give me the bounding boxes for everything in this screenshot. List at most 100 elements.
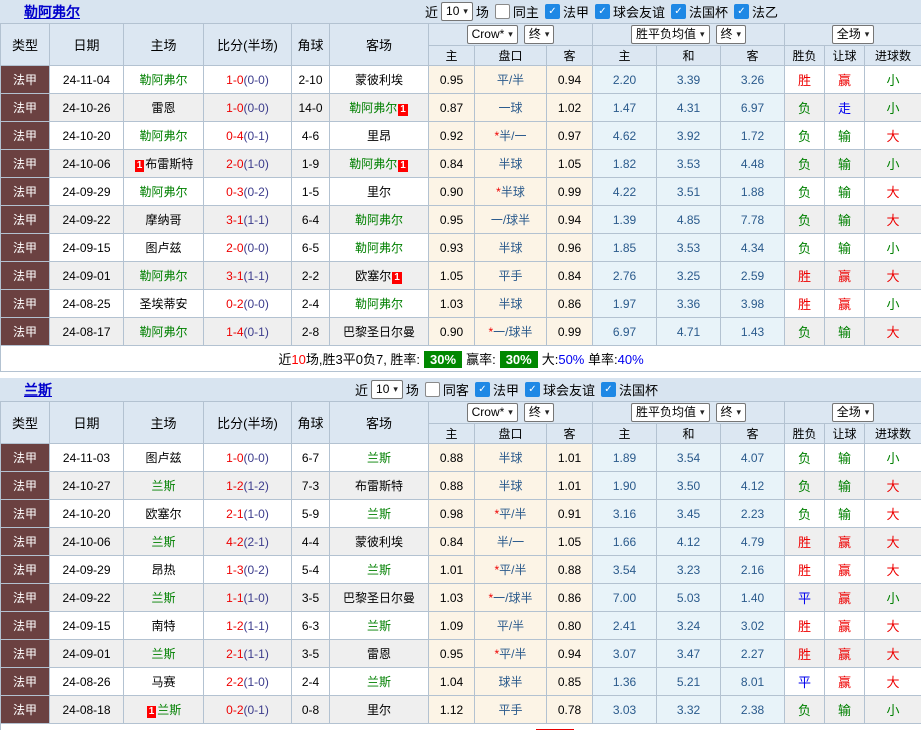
europe-odds-dropdown-value: 胜平负均值 [635, 27, 696, 41]
home-team-cell[interactable]: 1 布雷斯特 [123, 149, 204, 178]
handicap-line: 平/半 [499, 647, 527, 661]
away-team-cell[interactable]: 勒阿弗尔 [329, 233, 429, 262]
odds-final-dropdown-value: 终 [528, 27, 541, 41]
column-header: 主场 [123, 23, 204, 66]
away-team-cell[interactable]: 兰斯 [329, 499, 429, 528]
odds-final-dropdown-value: 终 [528, 405, 541, 419]
corner-cell: 4-4 [291, 527, 330, 556]
away-team-cell[interactable]: 欧塞尔 1 [329, 261, 429, 290]
europe-final-dropdown[interactable]: 终 ▾ [715, 25, 747, 44]
odds-source-dropdown[interactable]: Crow* ▾ [466, 403, 518, 422]
home-team-name: 布雷斯特 [145, 157, 194, 171]
europe-lose-odds-cell: 2.59 [719, 261, 786, 290]
away-team-name: 勒阿弗尔 [354, 297, 403, 311]
away-team-cell[interactable]: 兰斯 [329, 611, 429, 640]
away-team-cell[interactable]: 里昂 [329, 121, 429, 150]
same-venue-checkbox[interactable] [424, 382, 440, 397]
match-result-cell: 负 [784, 121, 826, 150]
chevron-down-icon: ▾ [393, 384, 398, 394]
halftime-score: (1-1) [243, 646, 269, 661]
home-team-cell[interactable]: 勒阿弗尔 [123, 177, 204, 206]
home-team-cell[interactable]: 欧塞尔 [123, 499, 204, 528]
league-checkbox[interactable]: ✓ [524, 382, 540, 397]
league-checkbox[interactable]: ✓ [733, 4, 749, 19]
match-row: 法甲 24-09-15 南特 1-2(1-1) 6-3 兰斯 1.09 平/半 0.80 2.41… [0, 611, 921, 640]
handicap-away-odds-cell: 0.94 [546, 639, 593, 668]
sub-column-header: 和 [656, 423, 721, 444]
team-title-link[interactable]: 兰斯 [24, 380, 52, 400]
home-team-cell[interactable]: 兰斯 [123, 639, 204, 668]
home-team-name: 兰斯 [151, 479, 176, 493]
home-team-cell[interactable]: 摩纳哥 [123, 205, 204, 234]
games-count-dropdown[interactable]: 10 ▾ [371, 380, 403, 399]
chevron-down-icon: ▾ [699, 407, 705, 417]
home-team-cell[interactable]: 勒阿弗尔 [123, 261, 204, 290]
away-team-cell[interactable]: 雷恩 [329, 639, 429, 668]
home-team-cell[interactable]: 图卢兹 [123, 443, 204, 472]
away-team-cell[interactable]: 里尔 [329, 695, 429, 724]
away-team-cell[interactable]: 布雷斯特 [329, 471, 429, 500]
home-team-cell[interactable]: 兰斯 [123, 583, 204, 612]
home-team-cell[interactable]: 勒阿弗尔 [123, 317, 204, 346]
team-title-link[interactable]: 勒阿弗尔 [24, 2, 80, 22]
league-checkbox[interactable]: ✓ [670, 4, 686, 19]
away-team-cell[interactable]: 兰斯 [329, 667, 429, 696]
league-checkbox[interactable]: ✓ [474, 382, 490, 397]
games-count-dropdown[interactable]: 10 ▾ [441, 2, 473, 21]
away-team-cell[interactable]: 勒阿弗尔 1 [329, 93, 429, 122]
home-team-cell[interactable]: 雷恩 [123, 93, 204, 122]
away-team-cell[interactable]: 兰斯 [329, 555, 429, 584]
home-team-cell[interactable]: 图卢兹 [123, 233, 204, 262]
league-checkbox[interactable]: ✓ [544, 4, 560, 19]
handicap-line-cell: *一/球半 [474, 583, 547, 612]
away-team-cell[interactable]: 勒阿弗尔 [329, 205, 429, 234]
home-team-cell[interactable]: 兰斯 [123, 527, 204, 556]
league-checkbox[interactable]: ✓ [594, 4, 610, 19]
home-team-cell[interactable]: 马赛 [123, 667, 204, 696]
away-team-name: 勒阿弗尔 [354, 241, 403, 255]
europe-odds-dropdown[interactable]: 胜平负均值 ▾ [630, 403, 710, 422]
europe-final-dropdown[interactable]: 终 ▾ [715, 403, 747, 422]
home-team-cell[interactable]: 勒阿弗尔 [123, 121, 204, 150]
home-team-cell[interactable]: 南特 [123, 611, 204, 640]
away-team-cell[interactable]: 蒙彼利埃 [329, 65, 429, 94]
match-result-cell: 负 [784, 233, 826, 262]
league-checkbox[interactable]: ✓ [600, 382, 616, 397]
away-team-cell[interactable]: 兰斯 [329, 443, 429, 472]
handicap-line: 半球 [498, 297, 523, 311]
matches-table: 类型 日期 主场 比分(半场) 角球 客场 Crow* ▾ 终 ▾ 胜平负均值 ▾ 终 ▾ 全场 ▾ 主盘口客主… [0, 401, 921, 730]
odds-final-dropdown[interactable]: 终 ▾ [523, 403, 555, 422]
away-team-cell[interactable]: 里尔 [329, 177, 429, 206]
summary-segment: 近 [278, 352, 292, 367]
home-team-cell[interactable]: 兰斯 [123, 471, 204, 500]
europe-odds-dropdown[interactable]: 胜平负均值 ▾ [630, 25, 710, 44]
europe-lose-odds-cell: 1.88 [719, 177, 786, 206]
league-type-cell: 法甲 [0, 443, 50, 472]
home-team-cell[interactable]: 圣埃蒂安 [123, 289, 204, 318]
scope-dropdown[interactable]: 全场 ▾ [831, 403, 875, 422]
away-team-cell[interactable]: 勒阿弗尔 [329, 289, 429, 318]
date-cell: 24-08-25 [49, 289, 124, 318]
handicap-home-odds-cell: 0.90 [428, 317, 475, 346]
halftime-score: (0-2) [243, 184, 269, 199]
same-venue-checkbox[interactable] [494, 4, 510, 19]
odds-final-dropdown[interactable]: 终 ▾ [523, 25, 555, 44]
column-header: 客场 [329, 401, 429, 444]
away-team-cell[interactable]: 巴黎圣日尔曼 [329, 583, 429, 612]
handicap-line: 平/半 [499, 563, 527, 577]
away-team-cell[interactable]: 巴黎圣日尔曼 [329, 317, 429, 346]
scope-dropdown[interactable]: 全场 ▾ [831, 25, 875, 44]
handicap-home-odds-cell: 0.84 [428, 527, 475, 556]
home-team-cell[interactable]: 1 兰斯 [123, 695, 204, 724]
summary-segment: 10 [291, 352, 306, 367]
europe-win-odds-cell: 4.62 [592, 121, 657, 150]
odds-source-dropdown[interactable]: Crow* ▾ [466, 25, 518, 44]
home-team-name: 圣埃蒂安 [139, 297, 188, 311]
handicap-home-odds-cell: 0.87 [428, 93, 475, 122]
europe-win-odds-cell: 3.03 [592, 695, 657, 724]
home-team-cell[interactable]: 昂热 [123, 555, 204, 584]
home-team-cell[interactable]: 勒阿弗尔 [123, 65, 204, 94]
match-row: 法甲 24-11-04 勒阿弗尔 1-0(0-0) 2-10 蒙彼利埃 0.95 平/半 0.9… [0, 65, 921, 94]
away-team-cell[interactable]: 勒阿弗尔 1 [329, 149, 429, 178]
away-team-cell[interactable]: 蒙彼利埃 [329, 527, 429, 556]
